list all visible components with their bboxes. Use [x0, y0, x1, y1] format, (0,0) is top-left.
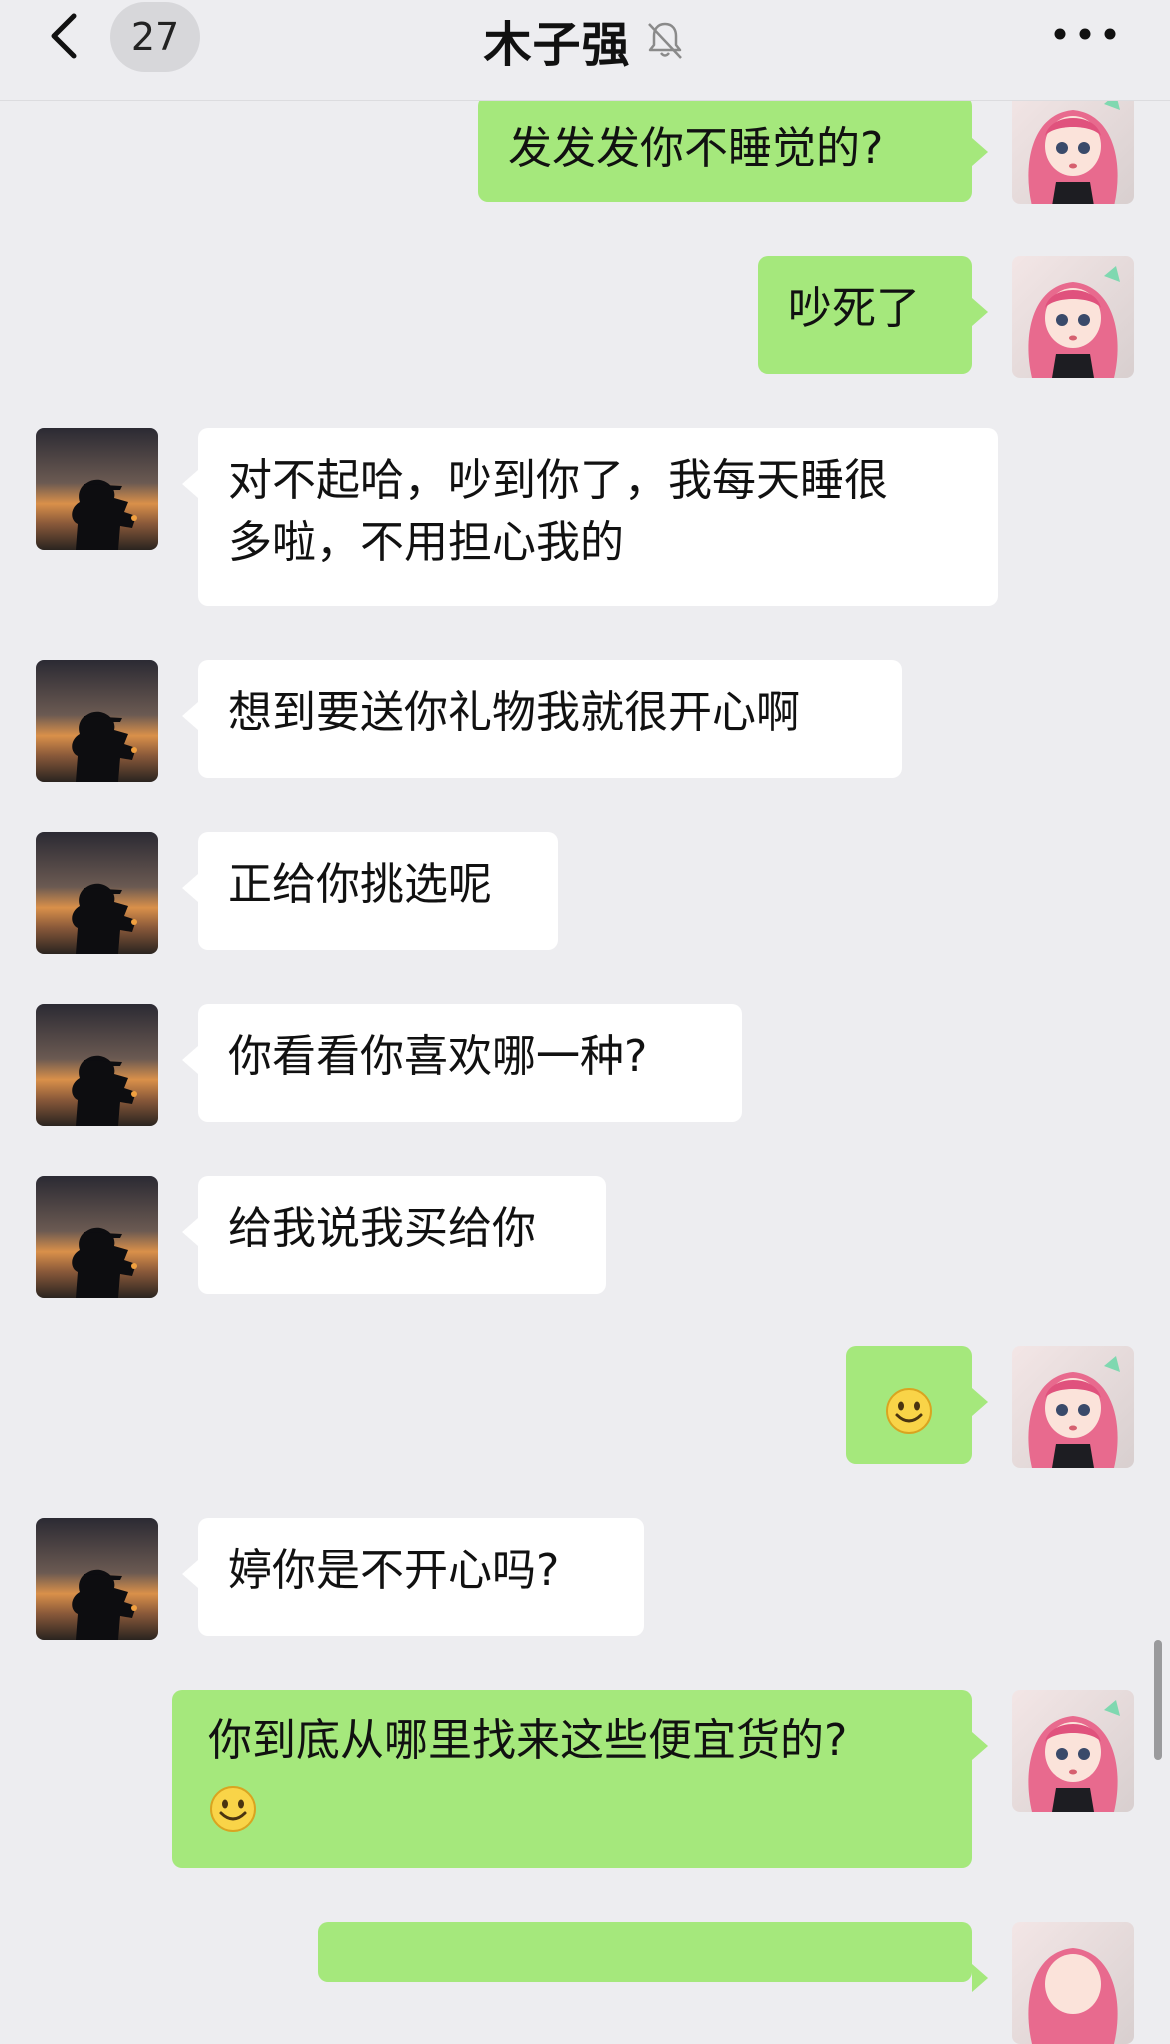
- message-text-line: 多啦，不用担心我的: [228, 517, 624, 568]
- contact-avatar[interactable]: [36, 1004, 158, 1126]
- chat-title: 木子强: [483, 17, 631, 73]
- received-bubble[interactable]: 想到要送你礼物我就很开心啊: [182, 660, 902, 778]
- smile-emoji: [886, 1388, 932, 1434]
- sent-bubble[interactable]: 你到底从哪里找来这些便宜货的?: [172, 1690, 988, 1868]
- sent-bubble[interactable]: 吵死了: [758, 256, 988, 374]
- message-text: 发发发你不睡觉的?: [508, 123, 884, 174]
- more-dots-icon[interactable]: [1050, 14, 1120, 54]
- message-text: 你看看你喜欢哪一种?: [228, 1031, 648, 1082]
- smile-emoji: [210, 1786, 256, 1832]
- chat-header: 27 木子强: [0, 0, 1170, 101]
- message-text: 你到底从哪里找来这些便宜货的?: [208, 1715, 848, 1766]
- received-bubble[interactable]: 对不起哈，吵到你了，我每天睡很 多啦，不用担心我的: [182, 428, 998, 606]
- scrollbar[interactable]: [1154, 1640, 1162, 1760]
- received-bubble[interactable]: 婷你是不开心吗?: [182, 1518, 644, 1636]
- received-bubble[interactable]: 给我说我买给你: [182, 1176, 606, 1294]
- contact-avatar[interactable]: [36, 660, 158, 782]
- message-text: 给我说我买给你: [228, 1203, 536, 1254]
- contact-avatar[interactable]: [36, 1176, 158, 1298]
- received-bubble[interactable]: 正给你挑选呢: [182, 832, 558, 950]
- message-text: 正给你挑选呢: [228, 859, 492, 910]
- my-avatar[interactable]: [1012, 84, 1134, 204]
- sent-bubble[interactable]: [318, 1922, 988, 1992]
- contact-avatar[interactable]: [36, 832, 158, 954]
- contact-avatar[interactable]: [36, 428, 158, 550]
- bell-muted-icon: [647, 22, 682, 59]
- message-text: 吵死了: [788, 283, 920, 334]
- sent-bubble[interactable]: 发发发你不睡觉的?: [478, 96, 988, 202]
- contact-avatar[interactable]: [36, 1518, 158, 1640]
- message-text: 婷你是不开心吗?: [228, 1545, 560, 1596]
- message-text: 想到要送你礼物我就很开心啊: [228, 687, 800, 738]
- my-avatar[interactable]: [1012, 256, 1134, 378]
- my-avatar[interactable]: [1012, 1346, 1134, 1468]
- my-avatar[interactable]: [1012, 1690, 1134, 1812]
- title-wrap: 木子强: [0, 0, 1170, 80]
- sent-bubble[interactable]: [846, 1346, 988, 1464]
- message-text-line: 对不起哈，吵到你了，我每天睡很: [228, 455, 888, 506]
- my-avatar[interactable]: [1012, 1922, 1134, 2044]
- received-bubble[interactable]: 你看看你喜欢哪一种?: [182, 1004, 742, 1122]
